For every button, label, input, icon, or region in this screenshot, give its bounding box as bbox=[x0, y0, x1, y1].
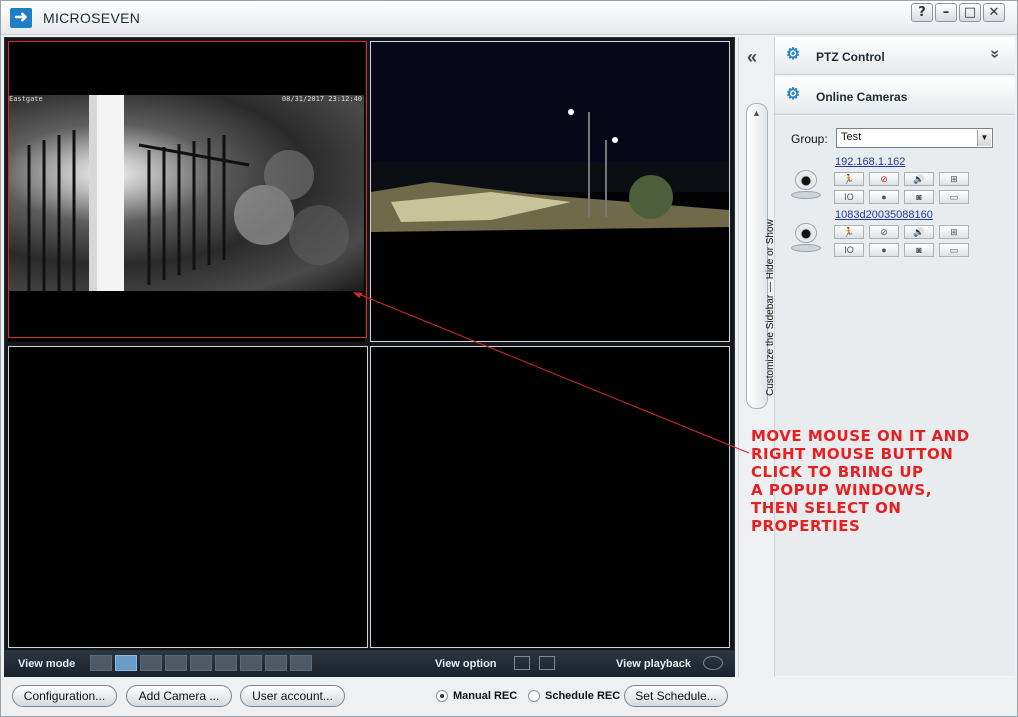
up-arrow-icon: ▲ bbox=[752, 108, 761, 118]
io-alarm-icon[interactable]: IO bbox=[834, 190, 864, 204]
video-pane-1[interactable]: Eastgate 08/31/2017 23:12:40 bbox=[8, 41, 365, 342]
speaker-icon[interactable]: 🔊 bbox=[904, 172, 934, 186]
camera-action-buttons: 🏃 ⊘ 🔊 ⊞ IO ● ◙ ▭ bbox=[834, 225, 969, 257]
layout-1plus12-icon[interactable] bbox=[215, 655, 237, 671]
view-playback-label: View playback bbox=[616, 658, 692, 670]
ptz-control-header[interactable]: ⚙ PTZ Control » bbox=[775, 37, 1015, 75]
film-reel-icon[interactable] bbox=[703, 656, 723, 670]
record-icon[interactable]: ● bbox=[869, 190, 899, 204]
camera-entry-1: 192.168.1.162 🏃 ⊘ 🔊 ⊞ IO ● ◙ ▭ bbox=[775, 156, 1015, 206]
night-scene-image-icon bbox=[371, 42, 729, 341]
minimize-button[interactable]: – bbox=[935, 3, 957, 22]
video-pane-4[interactable] bbox=[370, 346, 730, 648]
app-window: ➜ MICROSEVEN ? – □ ✕ Eastgate 08/31/2017… bbox=[0, 0, 1018, 717]
view-mode-layouts bbox=[90, 655, 312, 671]
radio-selected-icon bbox=[436, 690, 448, 702]
online-cameras-header[interactable]: ⚙ Online Cameras bbox=[775, 77, 1015, 115]
view-mode-label: View mode bbox=[18, 658, 76, 670]
view-option-label: View option bbox=[435, 658, 497, 670]
layout-1x1-icon[interactable] bbox=[90, 655, 112, 671]
gear-icon: ⚙ bbox=[785, 86, 801, 103]
ptz-control-title: PTZ Control bbox=[816, 50, 885, 64]
group-label: Group: bbox=[791, 132, 828, 146]
camera-timestamp-overlay: 08/31/2017 23:12:40 bbox=[281, 95, 362, 103]
radio-unselected-icon bbox=[528, 690, 540, 702]
video-pane-3[interactable] bbox=[8, 346, 368, 648]
sidebar-handle[interactable]: ▲ Customize the Sidebar — Hide or Show bbox=[746, 103, 776, 409]
network-icon[interactable]: ⊞ bbox=[939, 172, 969, 186]
io-alarm-icon[interactable]: IO bbox=[834, 243, 864, 257]
gear-icon: ⚙ bbox=[785, 46, 801, 63]
snapshot-icon[interactable]: ◙ bbox=[904, 243, 934, 257]
view-toolbar: View mode View option View playback bbox=[4, 651, 735, 677]
layers-icon[interactable] bbox=[514, 656, 530, 670]
camera-entry-2: 1083d20035088160 🏃 ⊘ 🔊 ⊞ IO ● ◙ ▭ bbox=[775, 209, 1015, 259]
webcam-icon bbox=[789, 170, 823, 200]
bottom-bar: Configuration... Add Camera ... User acc… bbox=[1, 678, 1017, 716]
motion-alarm-icon[interactable]: 🏃 bbox=[834, 172, 864, 186]
speaker-icon[interactable]: 🔊 bbox=[904, 225, 934, 239]
add-camera-button[interactable]: Add Camera ... bbox=[126, 685, 232, 707]
video-grid: Eastgate 08/31/2017 23:12:40 bbox=[4, 37, 735, 651]
schedule-rec-label: Schedule REC bbox=[545, 690, 621, 702]
snapshot-icon[interactable]: ◙ bbox=[904, 190, 934, 204]
app-logo-icon: ➜ bbox=[10, 8, 32, 28]
configuration-button[interactable]: Configuration... bbox=[12, 685, 117, 707]
camera-action-buttons: 🏃 ⊘ 🔊 ⊞ IO ● ◙ ▭ bbox=[834, 172, 969, 204]
online-cameras-title: Online Cameras bbox=[816, 90, 908, 104]
manual-rec-label: Manual REC bbox=[453, 690, 518, 702]
help-button[interactable]: ? bbox=[911, 3, 933, 22]
window-controls: ? – □ ✕ bbox=[911, 3, 1005, 22]
camera-feed-eastgate: Eastgate 08/31/2017 23:12:40 bbox=[9, 95, 364, 291]
online-cameras-panel: Group: Test ▼ 192.168.1.162 🏃 ⊘ 🔊 ⊞ IO ●… bbox=[775, 116, 1015, 676]
dropdown-arrow-icon[interactable]: ▼ bbox=[977, 130, 991, 146]
fullscreen-bar-icon[interactable]: ▭ bbox=[939, 190, 969, 204]
video-pane-2[interactable] bbox=[370, 41, 730, 342]
motion-alarm-icon[interactable]: 🏃 bbox=[834, 225, 864, 239]
sidebar-toggle-strip: « ▲ Customize the Sidebar — Hide or Show bbox=[738, 37, 776, 677]
network-icon[interactable]: ⊞ bbox=[939, 225, 969, 239]
layout-1plus5-icon[interactable] bbox=[140, 655, 162, 671]
layout-2x2-icon[interactable] bbox=[115, 655, 137, 671]
sidebar: ⚙ PTZ Control » ⚙ Online Cameras Group: … bbox=[774, 37, 1015, 677]
camera-name-overlay: Eastgate bbox=[9, 95, 43, 103]
layout-5x5-icon[interactable] bbox=[265, 655, 287, 671]
mic-off-icon[interactable]: ⊘ bbox=[869, 172, 899, 186]
layout-3x3-icon[interactable] bbox=[190, 655, 212, 671]
user-account-button[interactable]: User account... bbox=[240, 685, 345, 707]
title-bar: ➜ MICROSEVEN ? – □ ✕ bbox=[1, 1, 1017, 35]
maximize-button[interactable]: □ bbox=[959, 3, 981, 22]
camera-link[interactable]: 1083d20035088160 bbox=[835, 209, 933, 221]
mic-icon[interactable]: ⊘ bbox=[869, 225, 899, 239]
app-title: MICROSEVEN bbox=[43, 10, 141, 26]
fullscreen-bar-icon[interactable]: ▭ bbox=[939, 243, 969, 257]
chevron-down-icon[interactable]: » bbox=[986, 50, 1004, 59]
layout-4x4-icon[interactable] bbox=[240, 655, 262, 671]
set-schedule-button[interactable]: Set Schedule... bbox=[624, 685, 728, 707]
gate-image-icon bbox=[27, 95, 349, 291]
group-select-value: Test bbox=[841, 131, 862, 143]
fullscreen-icon[interactable] bbox=[539, 656, 555, 670]
layout-6x6-icon[interactable] bbox=[290, 655, 312, 671]
annotation-text: MOVE MOUSE ON IT AND RIGHT MOUSE BUTTON … bbox=[751, 427, 970, 535]
webcam-icon bbox=[789, 223, 823, 253]
group-select[interactable]: Test ▼ bbox=[836, 128, 993, 148]
schedule-rec-radio[interactable]: Schedule REC bbox=[528, 690, 620, 702]
close-button[interactable]: ✕ bbox=[983, 3, 1005, 22]
camera-link[interactable]: 192.168.1.162 bbox=[835, 156, 905, 168]
collapse-sidebar-button[interactable]: « bbox=[747, 47, 757, 68]
layout-1plus7-icon[interactable] bbox=[165, 655, 187, 671]
record-icon[interactable]: ● bbox=[869, 243, 899, 257]
manual-rec-radio[interactable]: Manual REC bbox=[436, 690, 517, 702]
